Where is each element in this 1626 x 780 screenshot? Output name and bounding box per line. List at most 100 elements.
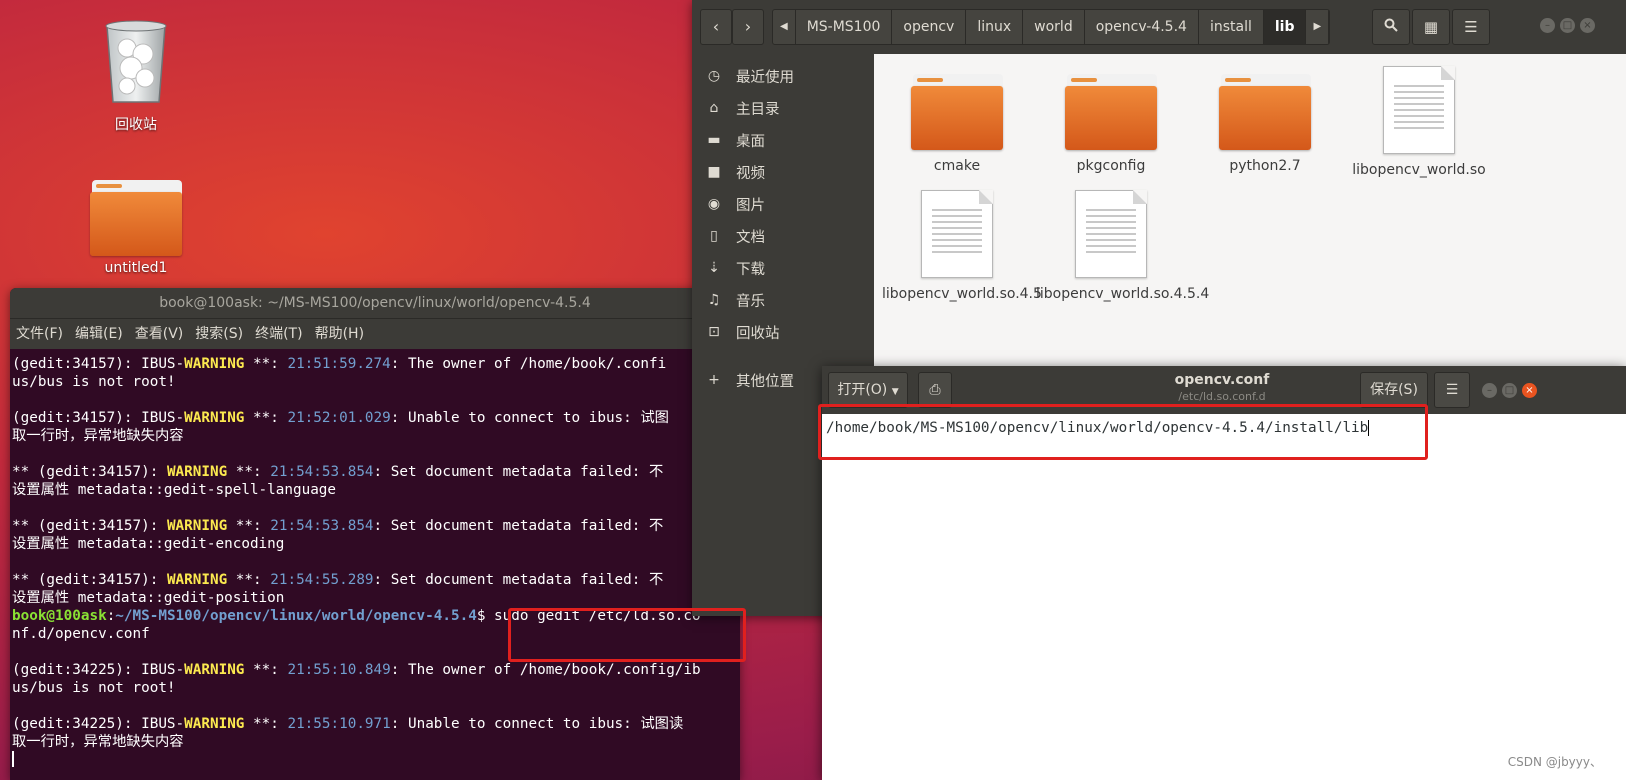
- minimize-button[interactable]: –: [1540, 18, 1555, 33]
- home-icon: ⌂: [709, 100, 719, 116]
- minimize-button[interactable]: –: [1482, 383, 1497, 398]
- file-item[interactable]: libopencv_world.so: [1344, 58, 1494, 178]
- sidebar-item-label: 主目录: [736, 101, 780, 118]
- desktop-trash[interactable]: 回收站: [76, 18, 196, 134]
- maximize-button[interactable]: □: [1560, 18, 1575, 33]
- terminal-output[interactable]: (gedit:34157): IBUS-WARNING **: 21:51:59…: [10, 349, 740, 772]
- terminal-text-segment: 21:55:10.971: [287, 716, 391, 732]
- terminal-line: (gedit:34225): IBUS-WARNING **: 21:55:10…: [12, 715, 738, 733]
- breadcrumb-item[interactable]: opencv-4.5.4: [1085, 10, 1199, 44]
- terminal-text-segment: 设置属性 metadata::gedit-position: [12, 590, 285, 606]
- terminal-text-segment: ** (gedit:34157):: [12, 518, 167, 534]
- folder-item[interactable]: pkgconfig: [1036, 58, 1186, 174]
- document-path: /etc/ld.so.conf.d: [1178, 390, 1266, 403]
- sidebar-item[interactable]: ▯ 文档: [692, 220, 874, 252]
- terminal-line: (gedit:34157): IBUS-WARNING **: 21:51:59…: [12, 355, 738, 373]
- file-item[interactable]: libopencv_world.so.4.5: [882, 182, 1042, 302]
- breadcrumb-item[interactable]: MS-MS100: [796, 10, 893, 44]
- forward-button[interactable]: ›: [732, 9, 764, 45]
- plus-icon: +: [708, 372, 720, 388]
- terminal-menu-item[interactable]: 文件(F): [16, 326, 63, 342]
- breadcrumb-item[interactable]: linux: [966, 10, 1024, 44]
- breadcrumb-item[interactable]: opencv: [892, 10, 967, 44]
- terminal-line: 取一行时，异常地缺失内容: [12, 427, 738, 445]
- open-button[interactable]: 打开(O) ▼: [828, 372, 908, 408]
- terminal-menu-item[interactable]: 帮助(H): [315, 326, 364, 342]
- terminal-text-segment: : Unable to connect to ibus: 试图读: [390, 716, 684, 732]
- terminal-line: 取一行时，异常地缺失内容: [12, 733, 738, 751]
- sidebar-item[interactable]: ⊡ 回收站: [692, 316, 874, 348]
- terminal-menu-item[interactable]: 查看(V): [135, 326, 184, 342]
- file-item[interactable]: libopencv_world.so.4.5.4: [1036, 182, 1210, 302]
- terminal-text-segment: 21:51:59.274: [287, 356, 391, 372]
- terminal-line: (gedit:34157): IBUS-WARNING **: 21:52:01…: [12, 409, 738, 427]
- sidebar-item[interactable]: ⇣ 下载: [692, 252, 874, 284]
- text-file-icon: [921, 190, 993, 278]
- terminal-text-segment: 21:54:55.289: [270, 572, 374, 588]
- crumb-left-arrow-icon[interactable]: ◀: [773, 10, 796, 44]
- sidebar-item[interactable]: ◷ 最近使用: [692, 60, 874, 92]
- terminal-text-segment: **:: [244, 356, 288, 372]
- download-icon: ⇣: [708, 260, 720, 276]
- save-button[interactable]: 保存(S): [1360, 372, 1428, 408]
- crumb-right-arrow-icon[interactable]: ▶: [1306, 10, 1330, 44]
- breadcrumb-item[interactable]: world: [1023, 10, 1085, 44]
- terminal-text-segment: **:: [227, 572, 271, 588]
- terminal-text-segment: book@100ask: [12, 608, 107, 624]
- breadcrumb-item[interactable]: install: [1199, 10, 1264, 44]
- maximize-button[interactable]: □: [1502, 383, 1517, 398]
- sidebar-item-label: 下载: [736, 261, 765, 278]
- folder-item[interactable]: cmake: [882, 58, 1032, 174]
- folder-item[interactable]: python2.7: [1190, 58, 1340, 174]
- desktop-folder-icon: ▬: [707, 132, 721, 148]
- new-tab-button[interactable]: ⎙: [918, 372, 952, 408]
- file-name: libopencv_world.so.4.5.4: [1036, 286, 1210, 302]
- close-button[interactable]: ×: [1580, 18, 1595, 33]
- file-name: cmake: [933, 158, 981, 174]
- sidebar-item[interactable]: ⌂ 主目录: [692, 92, 874, 124]
- back-button[interactable]: ‹: [700, 9, 732, 45]
- terminal-window[interactable]: book@100ask: ~/MS-MS100/opencv/linux/wor…: [10, 288, 740, 780]
- terminal-text-segment: (gedit:34225): IBUS-: [12, 716, 185, 732]
- terminal-text-segment: ** (gedit:34157):: [12, 572, 167, 588]
- sidebar-item[interactable]: ■ 视频: [692, 156, 874, 188]
- terminal-text-segment: 设置属性 metadata::gedit-encoding: [12, 536, 285, 552]
- video-icon: ■: [707, 164, 721, 180]
- terminal-line: 设置属性 metadata::gedit-spell-language: [12, 481, 738, 499]
- terminal-text-segment: : Set document metadata failed: 不: [373, 464, 664, 480]
- trash-label: 回收站: [115, 117, 157, 133]
- desktop-folder[interactable]: untitled1: [76, 176, 196, 276]
- sidebar-item-label: 最近使用: [736, 69, 794, 86]
- terminal-text-segment: WARNING: [184, 716, 245, 732]
- terminal-menu-item[interactable]: 编辑(E): [75, 326, 123, 342]
- view-toggle-button[interactable]: ▦: [1412, 9, 1450, 45]
- sidebar-item[interactable]: ♫ 音乐: [692, 284, 874, 316]
- menu-button[interactable]: ☰: [1434, 372, 1470, 408]
- sidebar-item-label: 图片: [736, 197, 765, 214]
- terminal-text-segment: 21:52:01.029: [287, 410, 391, 426]
- trash-icon: ⊡: [708, 324, 720, 340]
- watermark: CSDN @jbyyy、: [1507, 755, 1602, 769]
- text-file-icon: [1075, 190, 1147, 278]
- sidebar-item-label: 回收站: [736, 325, 780, 342]
- terminal-menu-item[interactable]: 终端(T): [255, 326, 302, 342]
- terminal-text-segment: (gedit:34157): IBUS-: [12, 356, 185, 372]
- terminal-text-segment: **:: [244, 662, 288, 678]
- terminal-text-segment: WARNING: [184, 356, 245, 372]
- terminal-menu-item[interactable]: 搜索(S): [195, 326, 243, 342]
- terminal-text-segment: : Set document metadata failed: 不: [373, 572, 664, 588]
- terminal-text-segment: : The owner of /home/book/.config/ib: [390, 662, 701, 678]
- terminal-line: (gedit:34225): IBUS-WARNING **: 21:55:10…: [12, 661, 738, 679]
- terminal-text-segment: WARNING: [166, 518, 228, 534]
- breadcrumb-item[interactable]: lib: [1263, 10, 1307, 44]
- folder-icon: [1219, 74, 1311, 150]
- sidebar-item[interactable]: ◉ 图片: [692, 188, 874, 220]
- sidebar-item-label: 音乐: [736, 293, 765, 310]
- sidebar-item[interactable]: ▬ 桌面: [692, 124, 874, 156]
- close-button[interactable]: ×: [1522, 383, 1537, 398]
- search-button[interactable]: [1372, 9, 1410, 45]
- menu-button[interactable]: ☰: [1452, 9, 1490, 45]
- grid-view-icon: ▦: [1423, 18, 1439, 36]
- terminal-text-segment: : Unable to connect to ibus: 试图: [390, 410, 669, 426]
- terminal-text-segment: **:: [244, 716, 288, 732]
